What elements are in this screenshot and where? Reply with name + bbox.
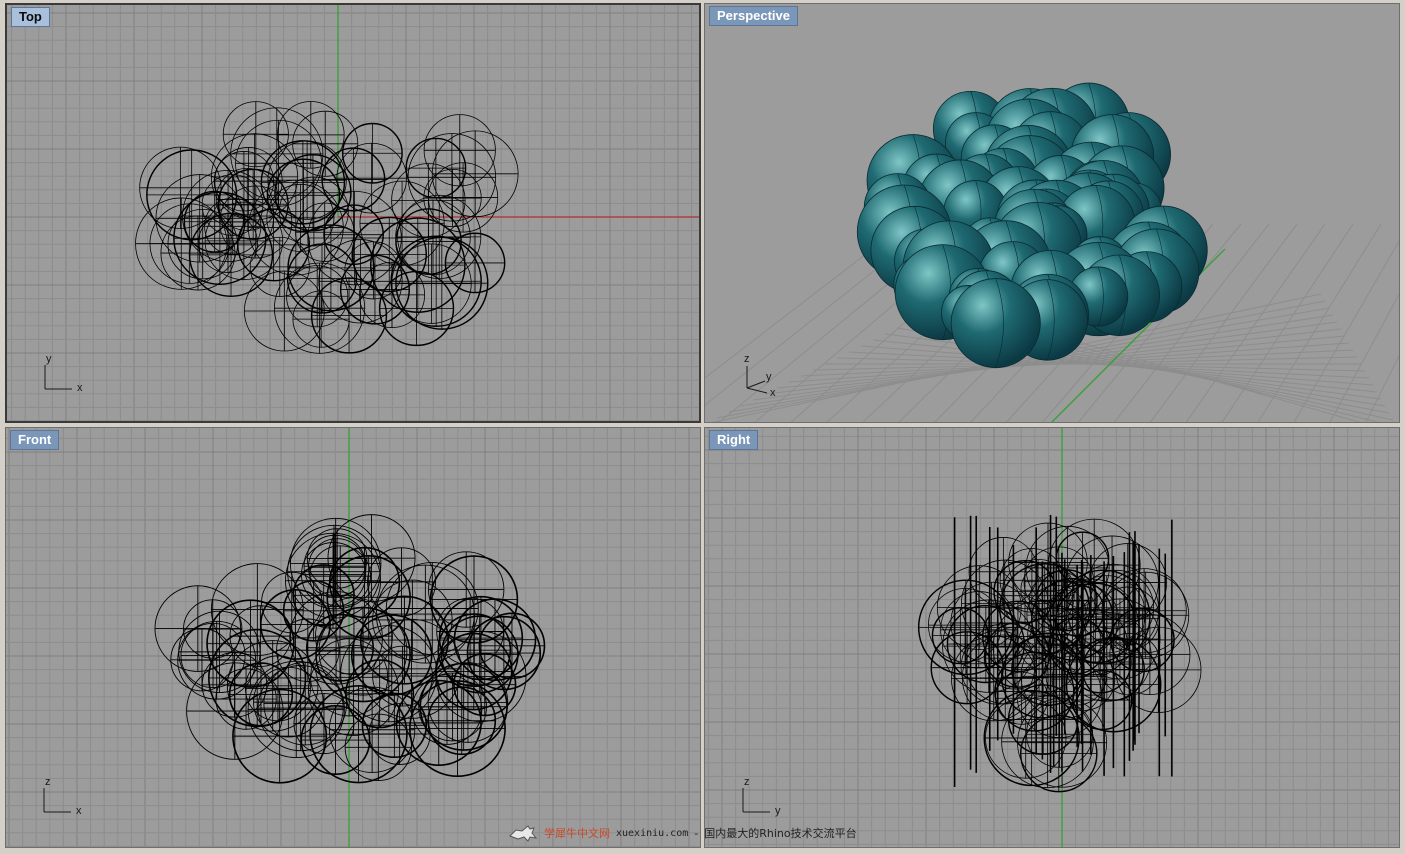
viewport-label-top[interactable]: Top [11, 7, 50, 27]
watermark-url[interactable]: xuexiniu.com [616, 828, 688, 839]
viewport-top[interactable]: Top y x [5, 3, 701, 423]
watermark-brand: 学犀牛中文网 [544, 827, 610, 840]
viewport-label-perspective[interactable]: Perspective [709, 6, 798, 26]
front-scene [6, 428, 700, 847]
viewport-perspective[interactable]: Perspective z y x [704, 3, 1400, 423]
axis-label-y: y [775, 805, 781, 817]
viewport-label-front[interactable]: Front [10, 430, 60, 450]
axis-triad-front: z x [43, 776, 82, 817]
axis-triad-perspective: z y x [744, 353, 776, 398]
viewport-front[interactable]: Front z x [5, 427, 701, 848]
axis-label-z: z [744, 353, 750, 365]
axis-triad-top: y x [44, 353, 83, 394]
axis-label-y: y [46, 353, 52, 365]
sphere-cluster [856, 82, 1208, 369]
axis-label-z: z [45, 776, 51, 788]
axis-label-z: z [744, 776, 750, 788]
axis-label-y: y [766, 371, 772, 383]
axis-label-x: x [76, 805, 82, 817]
watermark-slogan: 国内最大的Rhino技术交流平台 [704, 827, 857, 840]
right-scene [705, 428, 1399, 847]
axis-label-x: x [77, 382, 83, 394]
perspective-scene [705, 82, 1399, 422]
viewport-right[interactable]: Right z y [704, 427, 1400, 848]
axis-label-x: x [770, 387, 776, 398]
rhino-logo-icon [509, 825, 538, 842]
top-scene [7, 5, 699, 421]
watermark-separator: - [694, 826, 699, 840]
viewport-label-right[interactable]: Right [709, 430, 759, 450]
axis-triad-right: z y [742, 776, 781, 817]
watermark: 学犀牛中文网 xuexiniu.com - 国内最大的Rhino技术交流平台 [508, 822, 857, 844]
